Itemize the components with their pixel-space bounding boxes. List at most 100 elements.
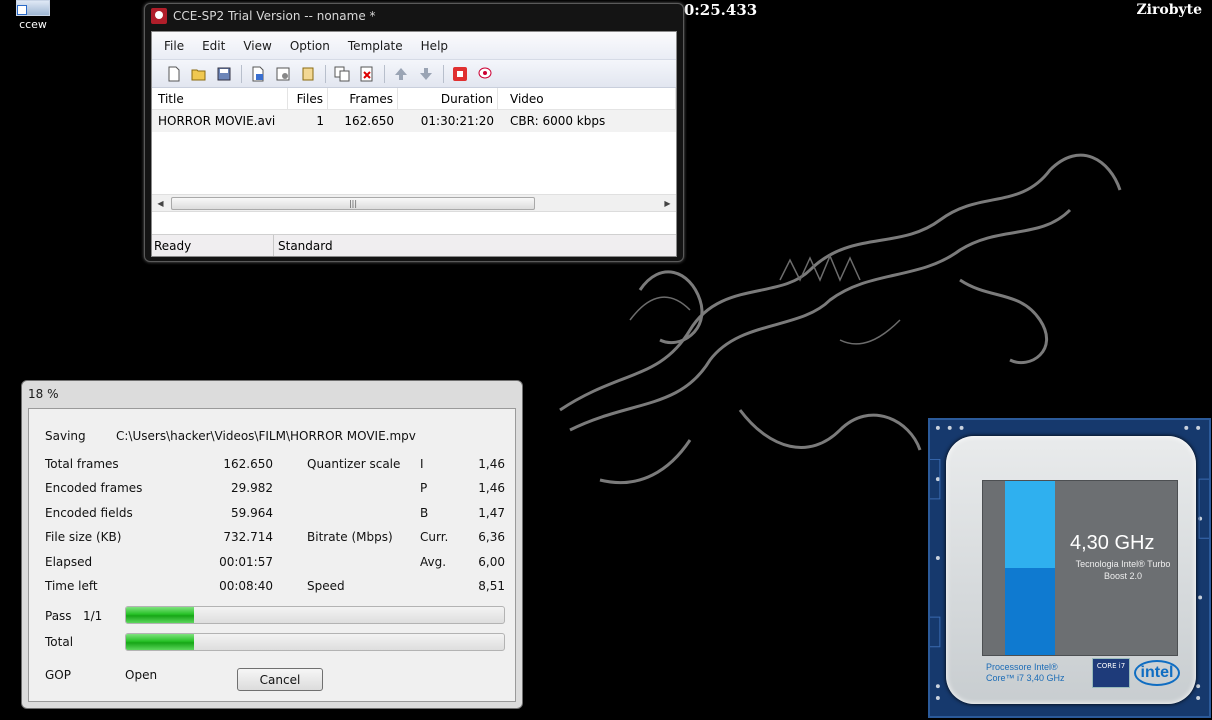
desktop-brand-text: Zirobyte — [1136, 2, 1202, 18]
column-header-duration[interactable]: Duration — [398, 87, 498, 110]
turbo-frequency: 4,30 GHz — [1070, 532, 1155, 554]
stat-value: 29.982 — [231, 481, 273, 495]
save-icon[interactable] — [214, 64, 234, 84]
toolbar-separator — [443, 64, 444, 83]
speed-label: Speed — [307, 579, 345, 593]
quantizer-key: I — [420, 457, 424, 471]
add-file-icon[interactable] — [248, 64, 268, 84]
horizontal-scrollbar[interactable]: ◀ ||| ▶ — [152, 194, 676, 211]
cancel-button[interactable]: Cancel — [237, 668, 323, 691]
chat-icon[interactable] — [475, 64, 495, 84]
quantizer-key: B — [420, 506, 429, 520]
quantizer-value: 1,46 — [478, 457, 505, 471]
properties-icon[interactable] — [273, 64, 293, 84]
gop-value: Open — [125, 668, 158, 682]
encoding-progress-window: 18 % Saving C:\Users\hacker\Videos\FILM\… — [21, 380, 523, 709]
job-list: Title Files Frames Duration Video HORROR… — [152, 87, 676, 212]
intel-logo: intel — [1134, 660, 1180, 686]
record-icon[interactable] — [450, 64, 470, 84]
turbo-meter-headroom — [1005, 481, 1055, 568]
intel-turbo-gadget[interactable]: 4,30 GHz Tecnologia Intel® Turbo Boost 2… — [928, 418, 1211, 718]
shortcut-icon — [16, 0, 50, 16]
menu-help[interactable]: Help — [421, 39, 448, 53]
pass-label: Pass — [45, 609, 72, 623]
column-header-video[interactable]: Video — [498, 87, 676, 110]
total-progress-bar — [125, 633, 505, 651]
column-header-title[interactable]: Title — [152, 87, 288, 110]
table-row[interactable]: HORROR MOVIE.avi 1 162.650 01:30:21:20 C… — [152, 110, 676, 132]
menu-view[interactable]: View — [243, 39, 271, 53]
window-title: CCE-SP2 Trial Version -- noname * — [173, 9, 376, 23]
turbo-level-meter — [1005, 481, 1055, 655]
bitrate-value: 6,00 — [478, 555, 505, 569]
menu-bar: File Edit View Option Template Help — [152, 32, 676, 60]
stat-label: Encoded fields — [45, 506, 133, 520]
scroll-right-icon[interactable]: ▶ — [659, 199, 676, 208]
saving-label: Saving — [45, 429, 86, 443]
processor-chip: 4,30 GHz Tecnologia Intel® Turbo Boost 2… — [946, 436, 1196, 704]
total-progress-fill — [126, 634, 195, 650]
menu-template[interactable]: Template — [348, 39, 403, 53]
column-header-files[interactable]: Files — [288, 87, 328, 110]
desktop-shortcut-label: ccew — [19, 18, 47, 31]
open-icon[interactable] — [189, 64, 209, 84]
cell-video: CBR: 6000 kbps — [510, 114, 606, 128]
copy-icon[interactable] — [332, 64, 352, 84]
scroll-track[interactable]: ||| — [169, 196, 659, 210]
move-up-icon[interactable] — [391, 64, 411, 84]
new-icon[interactable] — [164, 64, 184, 84]
move-down-icon[interactable] — [416, 64, 436, 84]
cell-duration: 01:30:21:20 — [420, 114, 494, 128]
pass-value: 1/1 — [83, 609, 103, 623]
scroll-thumb[interactable]: ||| — [171, 196, 535, 210]
toolbar-separator — [325, 64, 326, 83]
stat-label: File size (KB) — [45, 530, 122, 544]
cell-files: 1 — [316, 114, 324, 128]
stat-value: 59.964 — [231, 506, 273, 520]
progress-client: Saving C:\Users\hacker\Videos\FILM\HORRO… — [28, 408, 516, 702]
quantizer-key: P — [420, 481, 428, 495]
progress-window-title[interactable]: 18 % — [22, 381, 522, 407]
stat-label: Encoded frames — [45, 481, 143, 495]
status-bar: Ready Standard — [152, 234, 676, 256]
core-i7-badge: CORE i7 — [1092, 658, 1130, 688]
bitrate-label: Bitrate (Mbps) — [307, 530, 393, 544]
desktop-shortcut-ccew[interactable]: ccew — [8, 0, 58, 31]
pass-progress-bar — [125, 606, 505, 624]
window-client: File Edit View Option Template Help Titl… — [151, 31, 677, 257]
stat-label: Time left — [45, 579, 98, 593]
quantizer-scale-label: Quantizer scale — [307, 457, 401, 471]
toolbar — [152, 60, 676, 88]
quantizer-value: 1,46 — [478, 481, 505, 495]
stat-value: 162.650 — [223, 457, 273, 471]
cce-main-window: CCE-SP2 Trial Version -- noname * File E… — [144, 3, 684, 262]
toolbar-separator — [384, 64, 385, 83]
quantizer-value: 1,47 — [478, 506, 505, 520]
status-state: Ready — [152, 235, 274, 256]
processor-line1: Processore Intel® — [986, 662, 1058, 672]
total-label: Total — [45, 635, 74, 649]
stat-value: 732.714 — [223, 530, 273, 544]
scroll-left-icon[interactable]: ◀ — [152, 199, 169, 208]
speed-value: 8,51 — [478, 579, 505, 593]
bitrate-value: 6,36 — [478, 530, 505, 544]
stat-value: 00:01:57 — [219, 555, 273, 569]
menu-file[interactable]: File — [164, 39, 184, 53]
menu-edit[interactable]: Edit — [202, 39, 225, 53]
stat-label: Elapsed — [45, 555, 93, 569]
delete-icon[interactable] — [357, 64, 377, 84]
saving-path: C:\Users\hacker\Videos\FILM\HORROR MOVIE… — [116, 429, 416, 443]
stat-label: Total frames — [45, 457, 119, 471]
stat-value: 00:08:40 — [219, 579, 273, 593]
menu-option[interactable]: Option — [290, 39, 330, 53]
pass-progress-fill — [126, 607, 195, 623]
toolbar-separator — [241, 64, 242, 83]
bitrate-key: Avg. — [420, 555, 447, 569]
copy-settings-icon[interactable] — [298, 64, 318, 84]
column-header-frames[interactable]: Frames — [328, 87, 398, 110]
gop-label: GOP — [45, 668, 71, 682]
cell-frames: 162.650 — [344, 114, 394, 128]
job-list-header: Title Files Frames Duration Video — [152, 87, 676, 110]
window-titlebar[interactable]: CCE-SP2 Trial Version -- noname * — [145, 4, 683, 28]
turbo-boost-text: Tecnologia Intel® Turbo Boost 2.0 — [1075, 559, 1171, 581]
